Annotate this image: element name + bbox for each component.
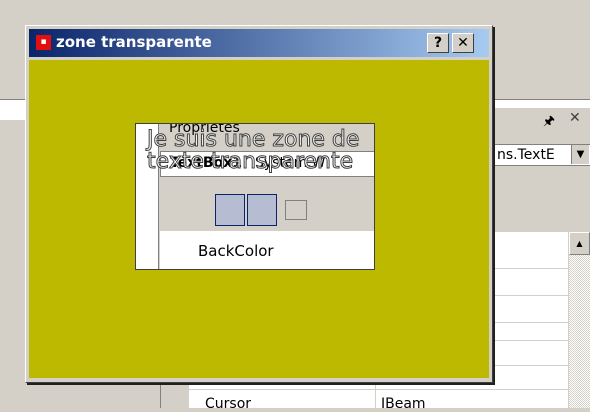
object-type-end: ns.TextE (497, 147, 555, 163)
alphabetical-sort-button[interactable] (215, 194, 245, 226)
pushpin-icon[interactable]: 🖈 (543, 112, 555, 134)
close-button[interactable]: ✕ (452, 33, 474, 53)
cursor-label[interactable]: Cursor (205, 396, 251, 412)
property-pages-button[interactable] (285, 200, 307, 220)
transparent-textbox[interactable]: Propriétés TextBox1 System.W BackColor J… (135, 123, 375, 270)
grid-divider (189, 389, 568, 390)
window-title: zone transparente (56, 33, 212, 51)
close-icon[interactable]: ✕ (569, 110, 581, 126)
app-icon[interactable]: ▪ (36, 35, 51, 50)
scroll-up-button[interactable]: ▲ (569, 232, 590, 255)
properties-view-button[interactable] (247, 194, 277, 226)
backcolor-label: BackColor (198, 242, 274, 260)
cursor-value[interactable]: IBeam (381, 396, 426, 412)
textbox-text: Je suis une zone de texte transparente (147, 127, 360, 174)
property-grid-scrollbar[interactable] (569, 232, 590, 408)
object-selector-dropdown-button[interactable]: ▼ (571, 145, 589, 164)
help-button[interactable]: ? (427, 33, 449, 53)
